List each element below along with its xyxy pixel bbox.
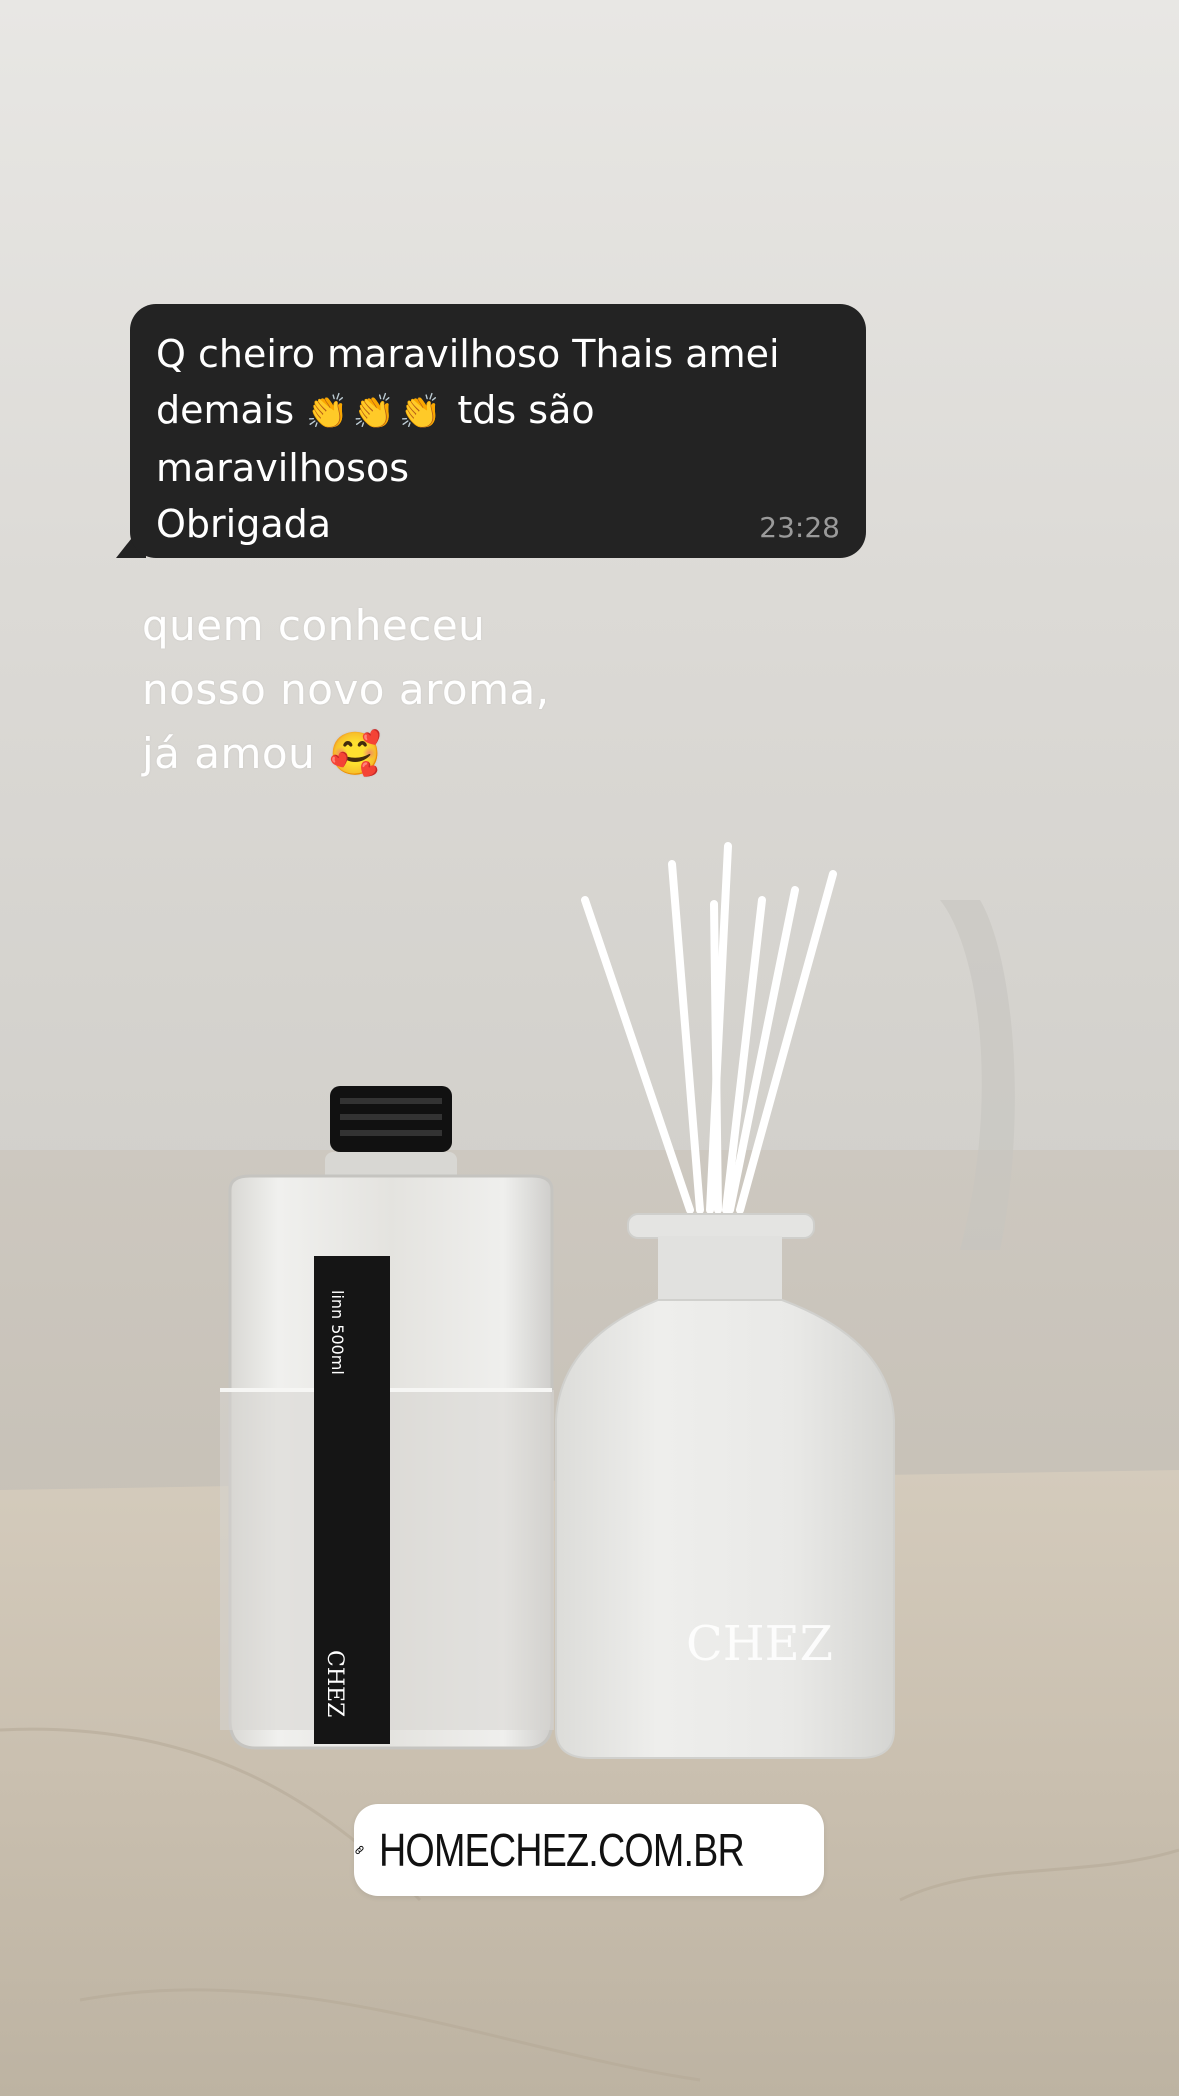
clap-emoji: 👏 (398, 392, 442, 432)
story-canvas: linn 500ml CHEZ CHEZ Q cheiro maravilhos… (0, 0, 1179, 2096)
message-timestamp: 23:28 (759, 511, 840, 544)
link-sticker-url: HOMECHEZ.COM.BR (379, 1824, 745, 1876)
svg-text:linn 500ml: linn 500ml (328, 1290, 347, 1375)
message-text-demais: demais (156, 388, 295, 432)
message-line-3: maravilhosos (156, 446, 409, 490)
svg-text:CHEZ: CHEZ (322, 1650, 347, 1717)
caption-line-1: quem conheceu (142, 601, 486, 650)
smiling-hearts-emoji: 🥰 (329, 729, 382, 778)
refill-bottle: linn 500ml CHEZ (220, 1086, 554, 1750)
message-line-2: demais 👏 👏 👏 tds são (156, 382, 840, 440)
caption-line-2: nosso novo aroma, (142, 665, 550, 714)
story-caption: quem conheceu nosso novo aroma, já amou … (142, 594, 550, 786)
caption-text-ja-amou: já amou (142, 729, 316, 778)
message-bubble: Q cheiro maravilhoso Thais amei demais 👏… (130, 304, 866, 558)
message-text-tds-sao: tds são (457, 388, 595, 432)
svg-text:CHEZ: CHEZ (686, 1616, 833, 1672)
clap-emoji: 👏 (352, 392, 395, 432)
link-sticker[interactable]: HOMECHEZ.COM.BR (354, 1804, 824, 1896)
clap-emoji: 👏 (306, 392, 349, 432)
message-line-1: Q cheiro maravilhoso Thais amei (156, 332, 780, 376)
caption-line-3: já amou 🥰 (142, 722, 550, 786)
link-icon (355, 1845, 364, 1855)
message-line-4: Obrigada (156, 502, 332, 546)
